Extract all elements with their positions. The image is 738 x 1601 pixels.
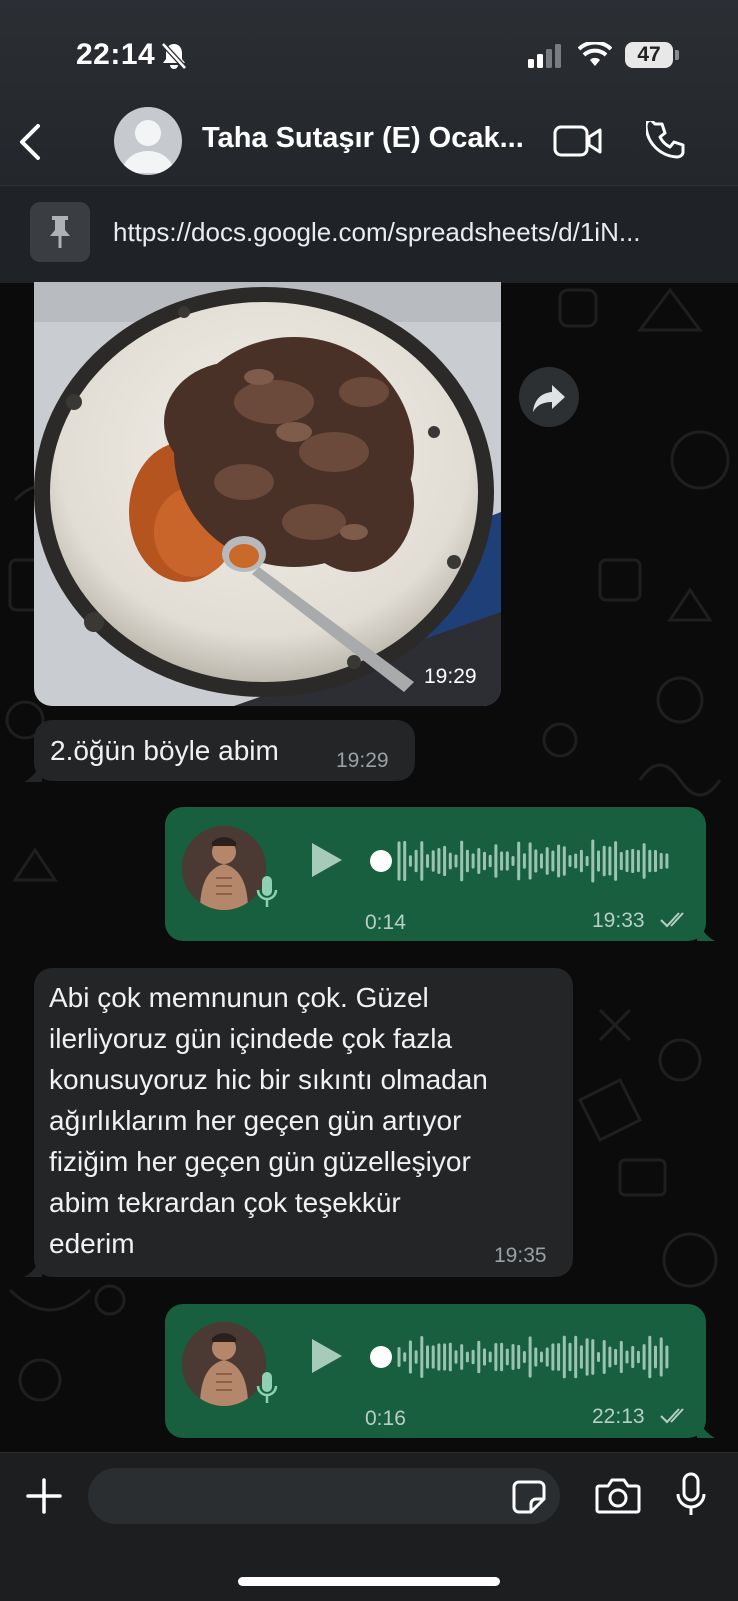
read-ticks-icon [660, 1408, 684, 1424]
voice-waveform[interactable] [367, 1332, 677, 1382]
battery-cap [675, 50, 679, 60]
plus-icon[interactable] [24, 1476, 64, 1516]
contact-avatar[interactable] [114, 107, 182, 175]
wifi-icon [578, 42, 612, 66]
image-message-bubble[interactable] [34, 282, 501, 706]
message-line: konusuyoruz hic bir sıkıntı olmadan [49, 1064, 488, 1095]
signal-icon [528, 44, 561, 68]
message-text: 2.öğün böyle abim [50, 735, 279, 766]
message-line: ederim [49, 1228, 135, 1259]
video-call-icon[interactable] [553, 124, 603, 158]
bubble-tail [24, 1255, 42, 1277]
message-input[interactable] [88, 1468, 560, 1524]
bubble-tail [697, 1416, 715, 1438]
message-line: abim tekrardan çok teşekkür [49, 1187, 401, 1218]
mic-icon [256, 876, 278, 907]
sender-avatar [182, 826, 266, 910]
avatar-photo [182, 826, 266, 910]
battery-level-label: 47 [637, 43, 661, 66]
forward-icon [533, 385, 565, 412]
chat-header [0, 0, 738, 185]
pinned-url[interactable]: https://docs.google.com/spreadsheets/d/1… [113, 217, 641, 248]
message-text: Abi çok memnunun çok. Güzel ilerliyoruz … [49, 977, 488, 1264]
sender-avatar [182, 1322, 266, 1406]
image-timestamp: 19:29 [424, 665, 477, 688]
bell-slash-icon [161, 42, 187, 70]
bubble-tail [24, 760, 42, 782]
message-line: Abi çok memnunun çok. Güzel [49, 982, 429, 1013]
chat-title[interactable]: Taha Sutaşır (E) Ocak... [202, 122, 524, 155]
battery-indicator: 47 [625, 42, 673, 68]
message-line: ağırlıklarım her geçen gün artıyor [49, 1105, 462, 1136]
forward-button[interactable] [519, 367, 579, 427]
voice-duration: 0:16 [365, 1407, 406, 1430]
sticker-icon[interactable] [511, 1479, 547, 1515]
voice-duration: 0:14 [365, 911, 406, 934]
status-time: 22:14 [76, 38, 156, 71]
voice-waveform[interactable] [367, 836, 677, 886]
mic-icon [256, 1372, 278, 1403]
message-line: ilerliyoruz gün içindede çok fazla [49, 1023, 453, 1054]
phone-icon[interactable] [646, 121, 686, 161]
home-indicator [238, 1577, 500, 1586]
avatar-person-icon [122, 120, 174, 173]
message-time: 19:29 [336, 749, 389, 772]
pin-icon [50, 216, 70, 248]
bubble-tail [697, 919, 715, 941]
message-time: 19:35 [494, 1244, 547, 1267]
food-photo [34, 282, 501, 706]
message-line: fiziğim her geçen gün güzelleşiyor [49, 1146, 471, 1177]
message-time: 22:13 [592, 1405, 645, 1428]
read-ticks-icon [660, 912, 684, 928]
message-time: 19:33 [592, 909, 645, 932]
back-chevron-icon[interactable] [14, 122, 44, 162]
avatar-photo [182, 1322, 266, 1406]
mic-icon[interactable] [674, 1472, 708, 1518]
play-icon[interactable] [310, 841, 344, 879]
camera-icon[interactable] [595, 1477, 641, 1515]
play-icon[interactable] [310, 1337, 344, 1375]
